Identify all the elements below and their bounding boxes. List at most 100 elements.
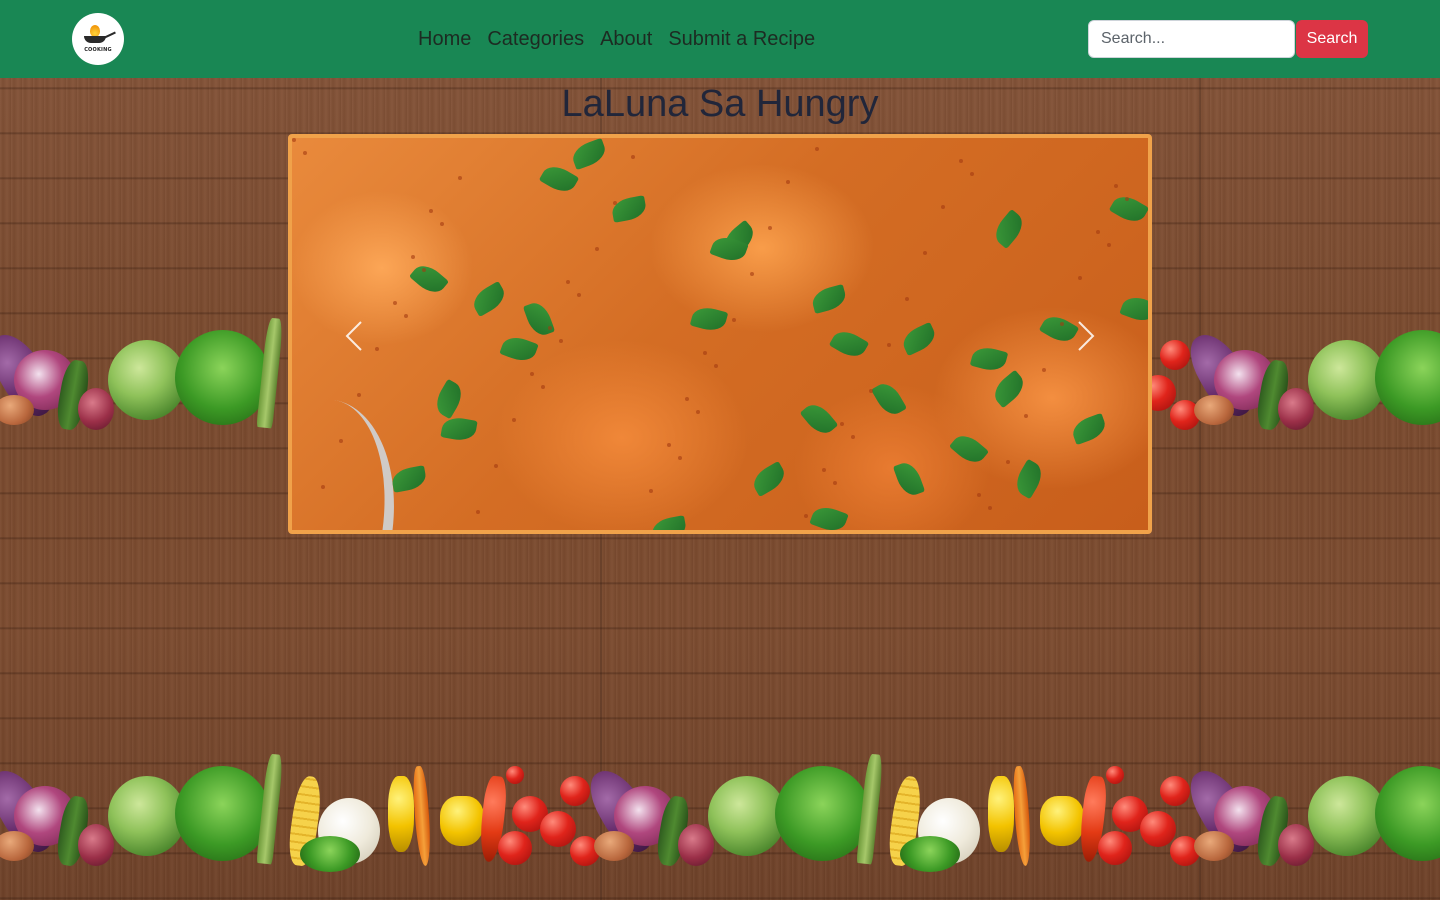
spice-speck xyxy=(804,514,808,518)
cilantro-leaf xyxy=(1108,190,1148,228)
nav-link-categories[interactable]: Categories xyxy=(479,28,592,51)
spice-speck xyxy=(678,456,682,460)
vegetable-decoration xyxy=(580,761,664,861)
search-input[interactable] xyxy=(1088,20,1295,58)
vegetable-decoration xyxy=(900,836,960,872)
cilantro-leaf xyxy=(948,429,990,469)
spice-speck xyxy=(422,268,426,272)
spice-speck xyxy=(1125,197,1129,201)
spice-speck xyxy=(577,293,581,297)
spice-speck xyxy=(667,443,671,447)
spice-speck xyxy=(649,489,653,493)
vegetable-decoration xyxy=(1011,765,1033,867)
vegetable-decoration xyxy=(14,350,76,410)
spice-speck xyxy=(833,481,837,485)
wood-tile-seam xyxy=(1199,78,1201,900)
cilantro-leaf xyxy=(440,415,478,443)
vegetable-decoration xyxy=(1375,766,1440,861)
vegetable-decoration xyxy=(1180,761,1264,861)
logo-text: COOKING xyxy=(84,47,112,53)
spice-speck xyxy=(685,397,689,401)
cilantro-leaf xyxy=(522,299,556,339)
vegetable-decoration xyxy=(1140,811,1176,847)
spice-speck xyxy=(851,435,855,439)
vegetable-decoration xyxy=(540,811,576,847)
cilantro-leaf xyxy=(969,343,1009,375)
nav-link-submit-recipe[interactable]: Submit a Recipe xyxy=(660,28,823,51)
vegetable-decoration xyxy=(411,765,433,867)
spice-speck xyxy=(631,155,635,159)
page-title: LaLuna Sa Hungry xyxy=(561,83,879,125)
spice-speck xyxy=(822,468,826,472)
spice-speck xyxy=(613,201,617,205)
vegetable-decoration xyxy=(1106,766,1124,784)
vegetable-decoration xyxy=(78,388,114,430)
vegetable-decoration xyxy=(512,796,548,832)
spice-speck xyxy=(1006,460,1010,464)
spice-speck xyxy=(1114,184,1118,188)
cilantro-leaf xyxy=(1010,458,1048,500)
cilantro-leaf xyxy=(988,369,1030,409)
nav-link-about[interactable]: About xyxy=(592,28,660,51)
spice-speck xyxy=(703,351,707,355)
vegetable-decoration xyxy=(108,776,186,856)
carousel-prev-button[interactable] xyxy=(334,308,374,364)
vegetable-decoration xyxy=(388,776,414,852)
vegetable-decoration xyxy=(1112,796,1148,832)
vegetable-decoration xyxy=(0,761,64,861)
cilantro-leaf xyxy=(809,283,849,315)
vegetable-decoration xyxy=(918,798,980,864)
spice-speck xyxy=(840,422,844,426)
spice-speck xyxy=(750,272,754,276)
cilantro-leaf xyxy=(828,325,870,363)
vegetable-decoration xyxy=(614,786,676,846)
vegetable-decoration xyxy=(54,794,92,868)
cilantro-leaf xyxy=(748,460,790,498)
spice-speck xyxy=(411,255,415,259)
cilantro-leaf xyxy=(390,465,428,493)
spice-speck xyxy=(988,506,992,510)
cilantro-leaf xyxy=(538,160,580,198)
vegetable-decoration xyxy=(1170,836,1200,866)
spice-speck xyxy=(429,209,433,213)
vegetable-decoration xyxy=(78,824,114,866)
vegetable-decoration xyxy=(506,766,524,784)
vegetable-decoration xyxy=(0,395,34,425)
vegetable-decoration xyxy=(440,796,484,846)
vegetable-decoration xyxy=(678,824,714,866)
vegetable-decoration xyxy=(498,831,532,865)
nav-link-home[interactable]: Home xyxy=(410,28,479,51)
vegetable-decoration xyxy=(14,786,76,846)
spice-speck xyxy=(959,159,963,163)
spice-speck xyxy=(321,485,325,489)
carousel-slide-image xyxy=(292,138,1148,530)
cilantro-leaf xyxy=(892,459,926,499)
vegetable-decoration xyxy=(477,775,509,863)
spice-speck xyxy=(768,226,772,230)
chevron-right-icon xyxy=(1078,321,1095,351)
carousel-next-button[interactable] xyxy=(1066,308,1106,364)
spice-speck xyxy=(357,393,361,397)
vegetable-decoration xyxy=(54,358,92,432)
cilantro-leaf xyxy=(499,332,539,366)
vegetable-decoration xyxy=(318,798,380,864)
cilantro-leaf xyxy=(1119,292,1148,326)
vegetable-decoration xyxy=(654,794,692,868)
spice-speck xyxy=(548,326,552,330)
vegetable-decoration xyxy=(175,330,270,425)
search-form: Search xyxy=(1088,20,1368,58)
vegetable-border-bottom xyxy=(0,736,1440,874)
vegetable-decoration xyxy=(1160,776,1190,806)
spice-speck xyxy=(440,222,444,226)
spice-speck xyxy=(494,464,498,468)
vegetable-decoration xyxy=(0,831,34,861)
site-logo[interactable]: COOKING xyxy=(72,13,124,65)
recipe-carousel xyxy=(288,134,1152,534)
vegetable-decoration xyxy=(1214,786,1276,846)
navbar: COOKING Home Categories About Submit a R… xyxy=(0,0,1440,78)
vegetable-decoration xyxy=(560,776,590,806)
vegetable-decoration xyxy=(1375,330,1440,425)
search-button[interactable]: Search xyxy=(1296,20,1368,58)
vegetable-decoration xyxy=(570,836,600,866)
spice-speck xyxy=(559,339,563,343)
